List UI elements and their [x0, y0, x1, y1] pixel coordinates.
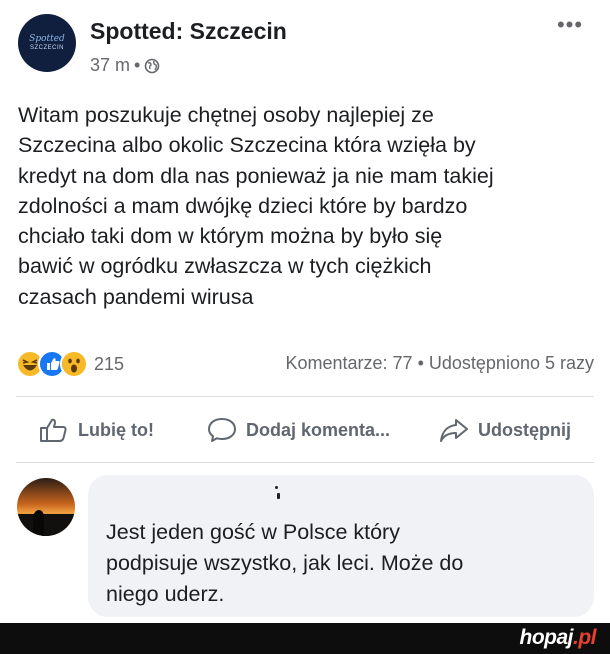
redaction-mark — [275, 486, 278, 489]
comment-button-label: Dodaj komenta... — [246, 419, 391, 440]
wow-reaction-icon — [60, 350, 88, 378]
like-button-label: Lubię to! — [78, 419, 154, 440]
reactions-summary[interactable]: 215 — [16, 350, 124, 378]
watermark-tld: .pl — [573, 626, 597, 649]
watermark-name: hopaj — [519, 626, 574, 649]
avatar-text-spotted: Spotted — [29, 33, 65, 44]
redacted-author-name — [106, 489, 406, 511]
post-body: Witam poszukuje chętnej osoby najlepiej … — [18, 100, 598, 312]
comment-text-line: podpisuje wszystko, jak leci. Może do — [106, 551, 464, 575]
post-text-line: Szczecina albo okolic Szczecina która wz… — [18, 133, 476, 158]
post-meta: 37 m • — [90, 55, 160, 76]
globe-icon — [144, 58, 160, 74]
comment-text-line: Jest jeden gość w Polsce który — [106, 520, 400, 544]
shares-count[interactable]: Udostępniono 5 razy — [429, 353, 594, 373]
like-button[interactable]: Lubię to! — [38, 400, 154, 460]
avatar-text-szczecin: SZCZECIN — [30, 44, 64, 51]
meta-separator: • — [134, 55, 141, 75]
post-text-line: czasach pandemi wirusa — [18, 284, 254, 309]
page-avatar[interactable]: Spotted SZCZECIN — [18, 14, 76, 72]
stats-separator: • — [417, 353, 424, 373]
commenter-avatar[interactable] — [17, 478, 75, 536]
page-name[interactable]: Spotted: Szczecin — [90, 18, 287, 45]
divider — [16, 462, 594, 463]
post-text-line: zdolności a mam dwójkę dzieci które by b… — [18, 193, 468, 218]
comment-bubble-icon — [208, 418, 236, 442]
share-button-label: Udostępnij — [478, 419, 571, 440]
watermark-logo: hopaj.pl — [520, 626, 597, 650]
comments-shares-summary: Komentarze: 77 • Udostępniono 5 razy — [285, 353, 594, 374]
comment-text: Jest jeden gość w Polsce który podpisuje… — [106, 517, 576, 610]
reaction-count: 215 — [94, 353, 125, 374]
post-text-line: bawić w ogródku zwłaszcza w tych ciężkic… — [18, 254, 432, 279]
post-time[interactable]: 37 m — [90, 55, 130, 76]
share-arrow-icon — [440, 419, 468, 442]
post-stats: 215 Komentarze: 77 • Udostępniono 5 razy — [0, 350, 610, 380]
post-text-line: chciało taki dom w którym można by było … — [18, 224, 443, 249]
share-button[interactable]: Udostępnij — [438, 400, 571, 460]
thumbs-up-icon — [40, 418, 67, 442]
post-header: Spotted SZCZECIN Spotted: Szczecin 37 m … — [0, 0, 610, 95]
comment-bubble: Jest jeden gość w Polsce który podpisuje… — [88, 475, 594, 617]
action-bar: Lubię to! Dodaj komenta... Udostępnij — [0, 400, 610, 460]
comments-count[interactable]: Komentarze: 77 — [285, 353, 412, 373]
post-text-line: Witam poszukuje chętnej osoby najlepiej … — [18, 103, 434, 127]
watermark-bar: hopaj.pl — [0, 623, 610, 654]
more-options-icon[interactable]: ••• — [552, 14, 588, 36]
divider — [16, 396, 594, 397]
comment-text-line: niego uderz. — [106, 582, 225, 606]
post-text-line: kredyt na dom dla nas ponieważ ja nie ma… — [18, 163, 494, 188]
comment-button[interactable]: Dodaj komenta... — [206, 400, 390, 460]
redaction-mark — [277, 493, 280, 499]
comment-item: Jest jeden gość w Polsce który podpisuje… — [0, 470, 610, 620]
